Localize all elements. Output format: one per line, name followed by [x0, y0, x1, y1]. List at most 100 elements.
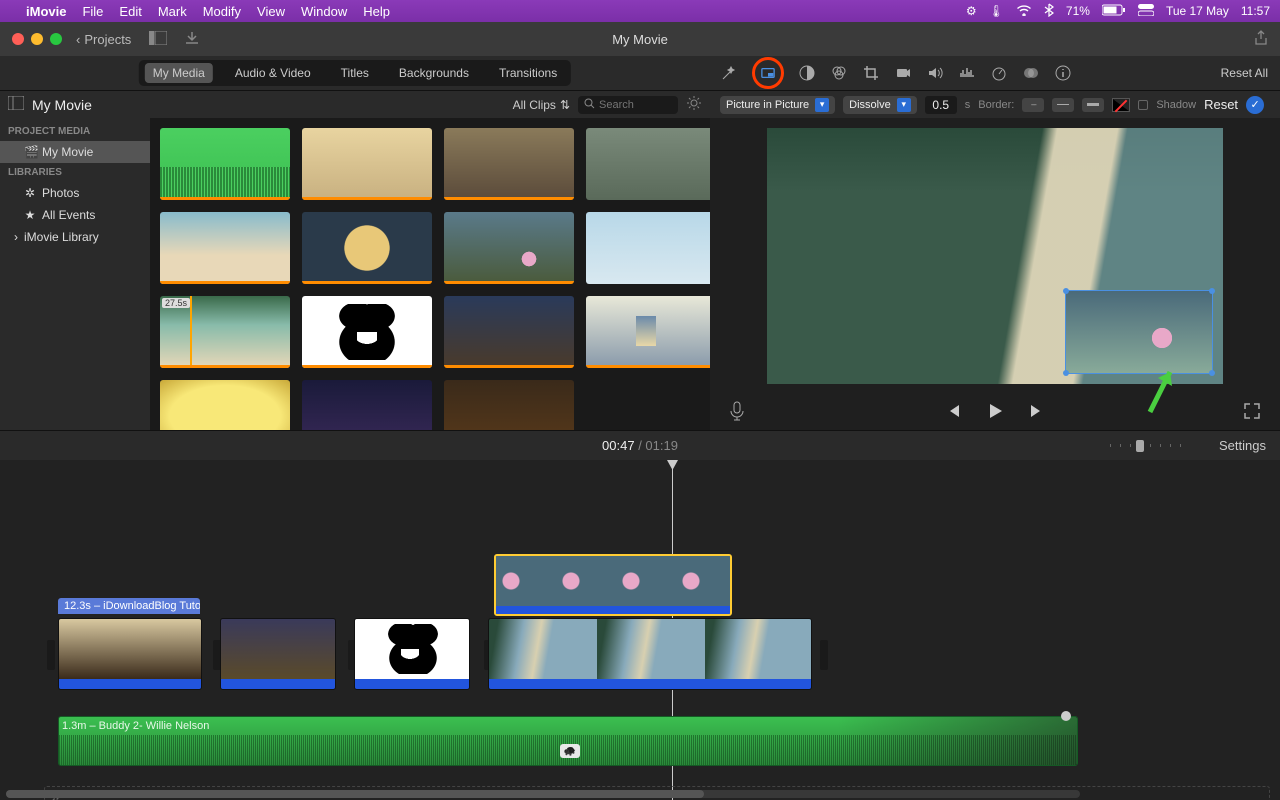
media-clip[interactable]: [160, 128, 290, 200]
crop-icon[interactable]: [862, 64, 880, 82]
sidebar-item-library[interactable]: › iMovie Library: [0, 226, 150, 248]
menu-modify[interactable]: Modify: [203, 4, 241, 19]
menu-file[interactable]: File: [82, 4, 103, 19]
border-color-swatch[interactable]: [1112, 98, 1130, 112]
menu-help[interactable]: Help: [363, 4, 390, 19]
menu-window[interactable]: Window: [301, 4, 347, 19]
overlay-settings-icon[interactable]: [752, 57, 784, 89]
timeline-video-clip[interactable]: [58, 618, 202, 690]
speed-icon[interactable]: [990, 64, 1008, 82]
fullscreen-window-button[interactable]: [50, 33, 62, 45]
back-to-projects-button[interactable]: ‹ Projects: [76, 32, 131, 47]
media-clip[interactable]: [302, 380, 432, 430]
temp-icon[interactable]: 🌡: [989, 4, 1004, 18]
timeline-video-clip[interactable]: [220, 618, 336, 690]
next-button[interactable]: [1028, 402, 1046, 423]
clapper-icon: 🎬: [24, 145, 36, 159]
border-thin-button[interactable]: [1052, 98, 1074, 112]
overlay-mode-dropdown[interactable]: Picture in Picture ▾: [720, 96, 835, 114]
color-correction-icon[interactable]: [830, 64, 848, 82]
clip-filter-icon[interactable]: [1022, 64, 1040, 82]
info-icon[interactable]: [1054, 64, 1072, 82]
speed-indicator-icon[interactable]: [560, 744, 580, 758]
reset-button[interactable]: Reset: [1204, 97, 1238, 112]
resize-handle[interactable]: [1063, 370, 1069, 376]
timeline-video-clip[interactable]: [488, 618, 812, 690]
tab-titles[interactable]: Titles: [333, 63, 377, 83]
sidebar-item-photos[interactable]: ✲ Photos: [0, 182, 150, 204]
media-clip[interactable]: [444, 128, 574, 200]
media-clip[interactable]: [160, 212, 290, 284]
shadow-checkbox[interactable]: [1138, 100, 1148, 110]
media-clip[interactable]: [302, 212, 432, 284]
media-clip[interactable]: [586, 212, 710, 284]
apply-button[interactable]: ✓: [1246, 96, 1264, 114]
fullscreen-icon[interactable]: [1244, 403, 1260, 422]
timeline-video-clip[interactable]: [354, 618, 470, 690]
sidebar-item-mymovie[interactable]: 🎬 My Movie: [0, 141, 150, 163]
timeline-pip-clip[interactable]: [494, 554, 732, 616]
media-clip[interactable]: 27.5s: [160, 296, 290, 368]
media-clip[interactable]: [444, 296, 574, 368]
sidebar-heading-libraries: LIBRARIES: [0, 163, 150, 182]
timeline-settings-button[interactable]: Settings: [1219, 438, 1266, 453]
media-clip[interactable]: [302, 128, 432, 200]
browser-settings-icon[interactable]: [686, 95, 702, 114]
battery-icon[interactable]: [1102, 4, 1126, 19]
share-button[interactable]: [1254, 30, 1268, 49]
enhance-icon[interactable]: [720, 64, 738, 82]
close-window-button[interactable]: [12, 33, 24, 45]
clip-filter-dropdown[interactable]: All Clips ⇅: [513, 98, 570, 112]
timeline-scrollbar[interactable]: [6, 790, 1080, 798]
menubar-time[interactable]: 11:57: [1241, 4, 1270, 18]
transition-marker[interactable]: [820, 640, 828, 670]
voiceover-icon[interactable]: [730, 401, 744, 424]
noise-reduction-icon[interactable]: [958, 64, 976, 82]
resize-handle[interactable]: [1063, 288, 1069, 294]
control-center-icon[interactable]: [1138, 4, 1154, 19]
audio-fade-handle[interactable]: [837, 717, 1077, 765]
minimize-window-button[interactable]: [31, 33, 43, 45]
menu-app[interactable]: iMovie: [26, 4, 66, 19]
tab-transitions[interactable]: Transitions: [491, 63, 565, 83]
media-clip[interactable]: [160, 380, 290, 430]
media-clip[interactable]: [444, 212, 574, 284]
media-clip[interactable]: [444, 380, 574, 430]
import-icon[interactable]: [185, 31, 199, 48]
media-clip[interactable]: [586, 296, 710, 368]
preview-canvas[interactable]: [710, 118, 1280, 394]
tab-backgrounds[interactable]: Backgrounds: [391, 63, 477, 83]
tab-my-media[interactable]: My Media: [145, 63, 213, 83]
menu-mark[interactable]: Mark: [158, 4, 187, 19]
quick-actions-icon[interactable]: ⚙: [966, 4, 977, 18]
timeline-zoom-slider[interactable]: [1110, 444, 1190, 447]
media-clip[interactable]: [302, 296, 432, 368]
menu-edit[interactable]: Edit: [119, 4, 141, 19]
transition-marker[interactable]: [47, 640, 55, 670]
border-thick-button[interactable]: [1082, 98, 1104, 112]
volume-icon[interactable]: [926, 64, 944, 82]
bluetooth-icon[interactable]: [1044, 3, 1054, 20]
resize-handle[interactable]: [1209, 370, 1215, 376]
color-balance-icon[interactable]: [798, 64, 816, 82]
media-clip[interactable]: [586, 128, 710, 200]
stabilization-icon[interactable]: [894, 64, 912, 82]
wifi-icon[interactable]: [1016, 4, 1032, 19]
menu-view[interactable]: View: [257, 4, 285, 19]
timeline[interactable]: 12.3s – iDownloadBlog Tutori... 1.3m – B…: [0, 460, 1280, 800]
resize-handle[interactable]: [1209, 288, 1215, 294]
prev-button[interactable]: [944, 402, 962, 423]
overlay-duration-field[interactable]: 0.5: [925, 96, 957, 114]
overlay-transition-dropdown[interactable]: Dissolve ▾: [843, 96, 917, 114]
play-button[interactable]: [986, 402, 1004, 423]
reset-all-button[interactable]: Reset All: [1221, 66, 1268, 80]
sidebar-item-all-events[interactable]: ★ All Events: [0, 204, 150, 226]
border-none-button[interactable]: [1022, 98, 1044, 112]
tab-audio-video[interactable]: Audio & Video: [227, 63, 319, 83]
menubar-date[interactable]: Tue 17 May: [1166, 4, 1229, 18]
pip-overlay[interactable]: [1065, 290, 1213, 374]
search-input[interactable]: [599, 99, 669, 111]
sidebar-toggle-icon[interactable]: [8, 96, 24, 113]
library-layout-icon[interactable]: [149, 31, 167, 48]
search-field[interactable]: [578, 96, 678, 114]
